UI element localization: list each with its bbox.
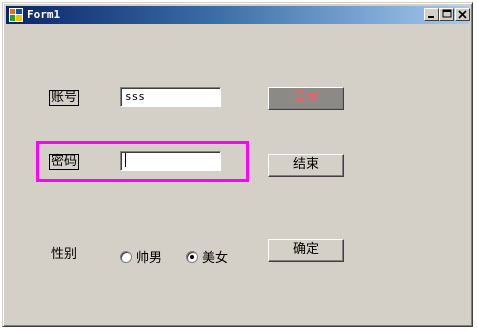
password-input[interactable] [120, 151, 221, 171]
confirm-button[interactable]: 确定 [268, 239, 344, 262]
radio-button-female[interactable] [186, 250, 198, 263]
radio-label-female: 美女 [202, 251, 229, 266]
account-label: 账号 [49, 90, 80, 106]
close-button[interactable] [455, 8, 470, 21]
display-button[interactable]: 显示 [268, 87, 344, 110]
window-title: Form1 [27, 8, 61, 21]
radio-label-male: 帅男 [136, 251, 163, 266]
password-label: 密码 [49, 154, 80, 170]
close-icon [458, 10, 467, 19]
account-input[interactable]: sss [120, 87, 221, 107]
gender-label: 性别 [51, 247, 78, 262]
minimize-icon [428, 16, 434, 18]
gender-option-female[interactable]: 美女 [186, 247, 228, 266]
maximize-icon [442, 9, 452, 18]
app-icon [9, 8, 23, 22]
end-button[interactable]: 结束 [268, 154, 344, 177]
gender-option-male[interactable]: 帅男 [120, 247, 162, 266]
minimize-button[interactable] [424, 8, 439, 21]
radio-button-male[interactable] [120, 250, 132, 263]
maximize-button[interactable] [439, 8, 454, 21]
text-caret [125, 153, 126, 167]
title-bar[interactable]: Form1 [6, 6, 470, 24]
